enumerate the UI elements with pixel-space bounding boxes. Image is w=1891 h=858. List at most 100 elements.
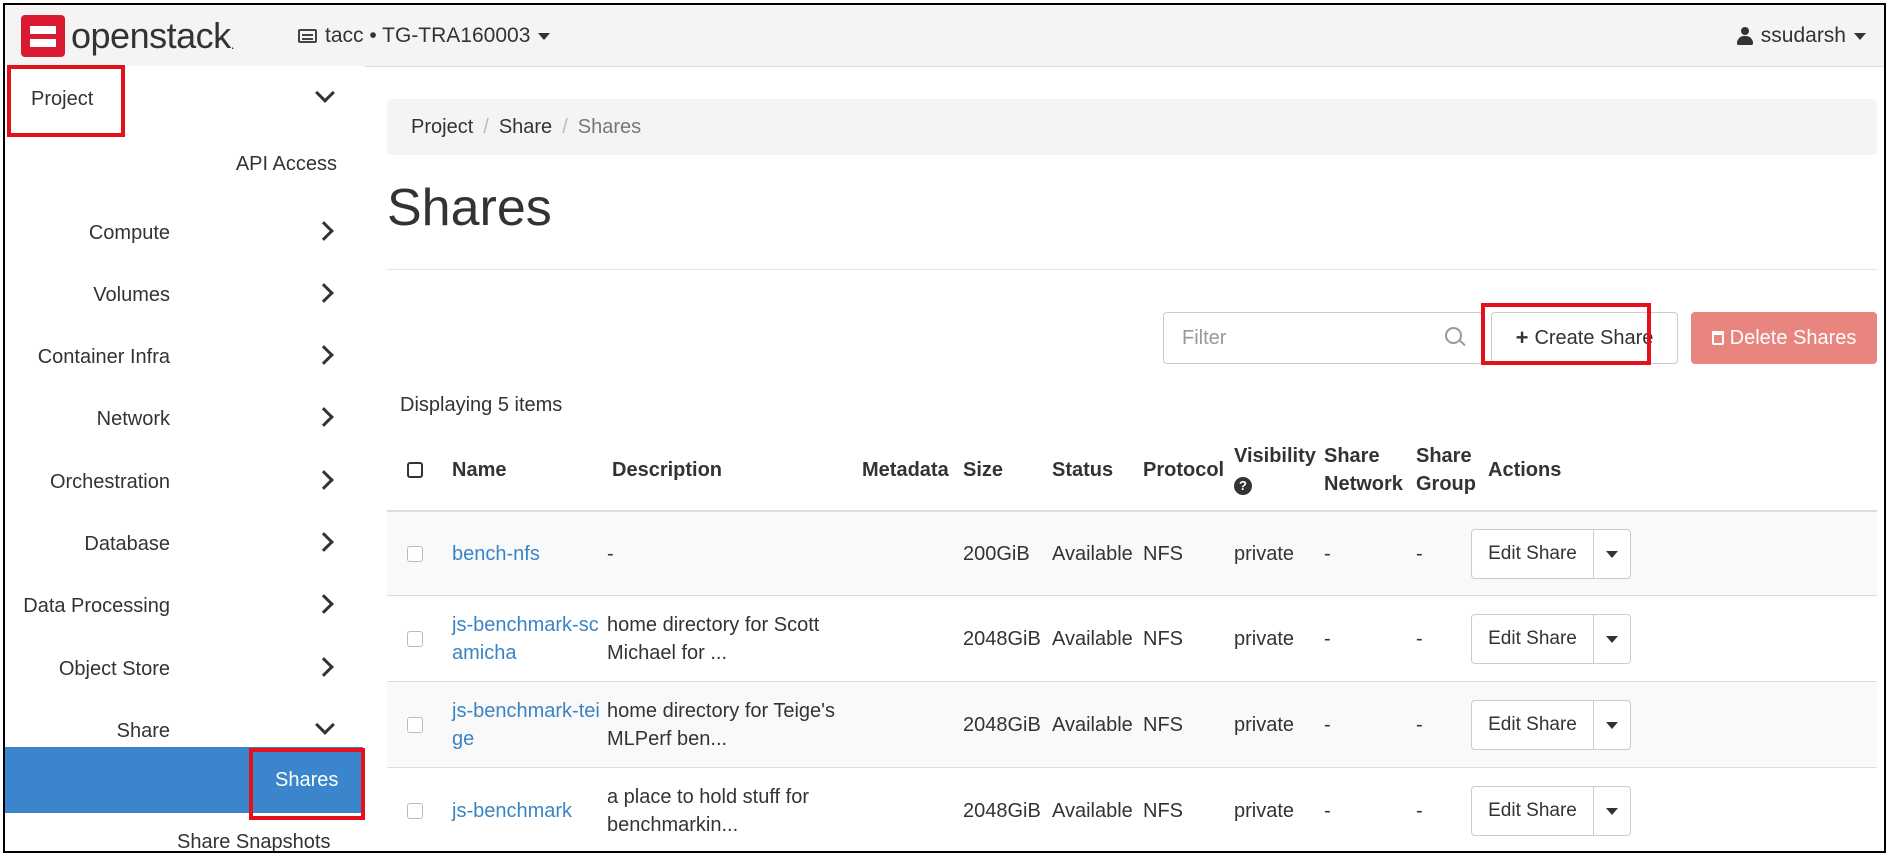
actions-dropdown-toggle[interactable] (1594, 786, 1631, 836)
breadcrumb-project[interactable]: Project (411, 116, 473, 139)
sidebar-item-api-access[interactable]: API Access (236, 153, 337, 176)
user-menu[interactable]: ssudarsh (1736, 24, 1866, 48)
sidebar-item-label: Database (84, 533, 170, 555)
sidebar-item-object-store[interactable]: Object Store (5, 644, 345, 694)
filter-field[interactable] (1163, 312, 1483, 364)
sidebar-item-volumes[interactable]: Volumes (5, 270, 345, 320)
col-name[interactable]: Name (452, 456, 506, 484)
sidebar-item-network[interactable]: Network (5, 394, 345, 444)
sidebar-item-container-infra[interactable]: Container Infra (5, 332, 345, 382)
caret-down-icon (1606, 635, 1618, 643)
row-actions: Edit Share (1471, 529, 1631, 579)
share-protocol: NFS (1143, 628, 1183, 650)
caret-down-icon (1606, 807, 1618, 815)
sidebar-item-label: Orchestration (49, 471, 170, 493)
chevron-right-icon (314, 657, 334, 677)
share-description: a place to hold stuff for benchmarkin... (607, 786, 809, 836)
search-icon[interactable] (1445, 327, 1462, 344)
caret-down-icon (538, 32, 551, 40)
sidebar-item-label: Share (116, 720, 170, 742)
actions-dropdown-toggle[interactable] (1594, 614, 1631, 664)
share-visibility: private (1234, 714, 1295, 736)
table-row: js-benchmark-tei ge home directory for Te… (387, 682, 1877, 768)
sidebar: Project API Access Compute Volumes Conta… (5, 65, 365, 851)
highlight-box-project (7, 65, 125, 137)
col-metadata[interactable]: Metadata (862, 456, 949, 484)
share-name-link[interactable]: js-benchmark-sc amicha (452, 611, 599, 667)
user-icon (1736, 27, 1753, 45)
project-switcher-label: tacc • TG-TRA160003 (325, 24, 531, 47)
trash-icon (1711, 331, 1724, 345)
question-circle-icon[interactable]: ? (1234, 477, 1252, 495)
username: ssudarsh (1760, 24, 1846, 47)
project-switcher[interactable]: tacc • TG-TRA160003 (298, 24, 551, 48)
breadcrumb: Project / Share / Shares (387, 99, 1877, 155)
share-size: 2048GiB (963, 628, 1041, 650)
share-name-link[interactable]: js-benchmark-tei ge (452, 697, 600, 753)
table-row: bench-nfs - 200GiB Available NFS private… (387, 512, 1877, 596)
sidebar-item-label: Object Store (58, 658, 170, 680)
chevron-right-icon (314, 532, 334, 552)
share-name-link[interactable]: bench-nfs (452, 540, 540, 568)
share-group: - (1416, 543, 1423, 565)
server-icon (298, 29, 317, 43)
brand-name: openstack (71, 15, 231, 56)
chevron-right-icon (314, 594, 334, 614)
share-protocol: NFS (1143, 800, 1183, 822)
sidebar-item-label: Data Processing (23, 595, 170, 617)
col-share-group[interactable]: Share Group (1416, 442, 1476, 498)
share-description: home directory for Teige's MLPerf ben... (607, 700, 835, 750)
row-actions: Edit Share (1471, 786, 1631, 836)
page-title: Shares (387, 179, 552, 237)
chevron-right-icon (314, 407, 334, 427)
breadcrumb-share[interactable]: Share (499, 116, 552, 139)
caret-down-icon (1606, 550, 1618, 558)
row-checkbox[interactable] (407, 631, 423, 647)
col-visibility[interactable]: Visibility ? (1234, 442, 1316, 498)
row-checkbox[interactable] (407, 717, 423, 733)
share-description: home directory for Scott Michael for ... (607, 614, 820, 664)
sidebar-item-compute[interactable]: Compute (5, 208, 345, 258)
row-checkbox[interactable] (407, 546, 423, 562)
share-size: 200GiB (963, 543, 1030, 565)
share-network: - (1324, 800, 1331, 822)
chevron-down-icon (315, 715, 335, 735)
share-protocol: NFS (1143, 714, 1183, 736)
select-all-checkbox[interactable] (407, 462, 423, 478)
share-name-link[interactable]: js-benchmark (452, 797, 572, 825)
share-protocol: NFS (1143, 543, 1183, 565)
delete-shares-label: Delete Shares (1729, 326, 1857, 349)
top-navbar: openstack . tacc • TG-TRA160003 ssudarsh (5, 5, 1884, 67)
col-status[interactable]: Status (1052, 456, 1113, 484)
row-checkbox[interactable] (407, 803, 423, 819)
actions-dropdown-toggle[interactable] (1594, 700, 1631, 750)
edit-share-button[interactable]: Edit Share (1471, 786, 1594, 836)
edit-share-button[interactable]: Edit Share (1471, 700, 1594, 750)
caret-down-icon (1854, 32, 1866, 40)
share-group: - (1416, 714, 1423, 736)
edit-share-button[interactable]: Edit Share (1471, 614, 1594, 664)
actions-dropdown-toggle[interactable] (1594, 529, 1631, 579)
sidebar-item-data-processing[interactable]: Data Processing (5, 581, 345, 631)
edit-share-button[interactable]: Edit Share (1471, 529, 1594, 579)
col-share-network[interactable]: Share Network (1324, 442, 1403, 498)
share-visibility: private (1234, 800, 1295, 822)
sidebar-item-share-snapshots[interactable]: Share Snapshots (177, 831, 330, 851)
share-network: - (1324, 714, 1331, 736)
col-description[interactable]: Description (612, 456, 722, 484)
delete-shares-button[interactable]: Delete Shares (1691, 312, 1877, 364)
sidebar-item-label: Compute (88, 222, 170, 244)
breadcrumb-shares: Shares (577, 115, 642, 138)
share-status: Available (1052, 543, 1133, 565)
col-size[interactable]: Size (963, 456, 1003, 484)
chevron-right-icon (314, 283, 334, 303)
divider (387, 269, 1877, 270)
openstack-logo[interactable]: openstack . (21, 15, 235, 57)
caret-down-icon (1606, 721, 1618, 729)
sidebar-item-orchestration[interactable]: Orchestration (5, 457, 345, 507)
filter-input[interactable] (1180, 326, 1434, 351)
share-status: Available (1052, 628, 1133, 650)
sidebar-item-database[interactable]: Database (5, 519, 345, 569)
share-visibility: private (1234, 543, 1295, 565)
col-protocol[interactable]: Protocol (1143, 456, 1224, 484)
